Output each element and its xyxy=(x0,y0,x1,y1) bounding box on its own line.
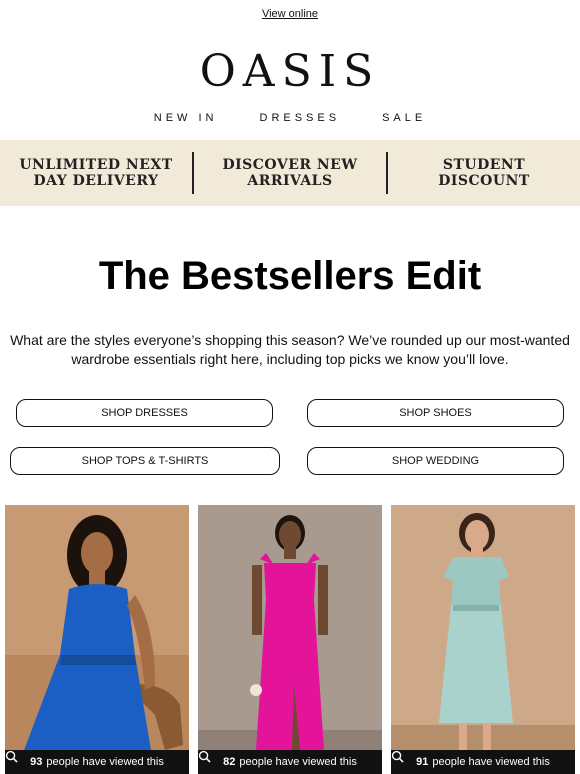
promo-arrivals-line2: ARRIVALS xyxy=(247,173,333,189)
promo-delivery-line2: DAY DELIVERY xyxy=(33,173,159,189)
main-nav: NEW IN DRESSES SALE xyxy=(0,112,580,124)
views-label: people have viewed this xyxy=(432,756,550,768)
view-online-link[interactable]: View online xyxy=(262,8,318,20)
product-image xyxy=(391,505,575,774)
promo-student-line2: DISCOUNT xyxy=(438,173,530,189)
promo-student[interactable]: STUDENT DISCOUNT xyxy=(388,157,580,189)
views-count: 91 xyxy=(416,756,429,768)
page-title: The Bestsellers Edit xyxy=(98,254,482,298)
views-counter: 91 people have viewed this xyxy=(391,750,575,774)
search-icon xyxy=(391,750,404,763)
view-online-bar: View online xyxy=(0,8,580,20)
promo-new-arrivals[interactable]: DISCOVER NEW ARRIVALS xyxy=(194,157,386,189)
product-image xyxy=(5,505,189,774)
promo-student-line1: STUDENT xyxy=(442,157,526,173)
nav-dresses[interactable]: DRESSES xyxy=(260,112,341,124)
brand-logo[interactable]: OASIS xyxy=(0,46,580,97)
views-counter: 82 people have viewed this xyxy=(198,750,382,774)
nav-new-in[interactable]: NEW IN xyxy=(154,112,218,124)
intro-text: What are the styles everyone’s shopping … xyxy=(10,332,570,367)
shop-wedding-button[interactable]: SHOP WEDDING xyxy=(307,447,564,475)
promo-arrivals-line1: DISCOVER NEW xyxy=(222,157,358,173)
search-icon xyxy=(198,750,211,763)
nav-sale[interactable]: SALE xyxy=(382,112,426,124)
product-card[interactable]: 93 people have viewed this xyxy=(5,505,189,774)
views-label: people have viewed this xyxy=(46,756,164,768)
product-card[interactable]: 91 people have viewed this xyxy=(391,505,575,774)
shop-dresses-button[interactable]: SHOP DRESSES xyxy=(16,399,273,427)
product-image xyxy=(198,505,382,774)
promo-delivery-line1: UNLIMITED NEXT xyxy=(19,157,173,173)
promo-banner: UNLIMITED NEXT DAY DELIVERY DISCOVER NEW… xyxy=(0,140,580,206)
shop-tops-button[interactable]: SHOP TOPS & T-SHIRTS xyxy=(10,447,280,475)
views-label: people have viewed this xyxy=(239,756,357,768)
views-count: 82 xyxy=(223,756,236,768)
views-count: 93 xyxy=(30,756,43,768)
search-icon xyxy=(5,750,18,763)
product-card[interactable]: 82 people have viewed this xyxy=(198,505,382,774)
views-counter: 93 people have viewed this xyxy=(5,750,189,774)
promo-delivery[interactable]: UNLIMITED NEXT DAY DELIVERY xyxy=(0,157,192,189)
shop-shoes-button[interactable]: SHOP SHOES xyxy=(307,399,564,427)
